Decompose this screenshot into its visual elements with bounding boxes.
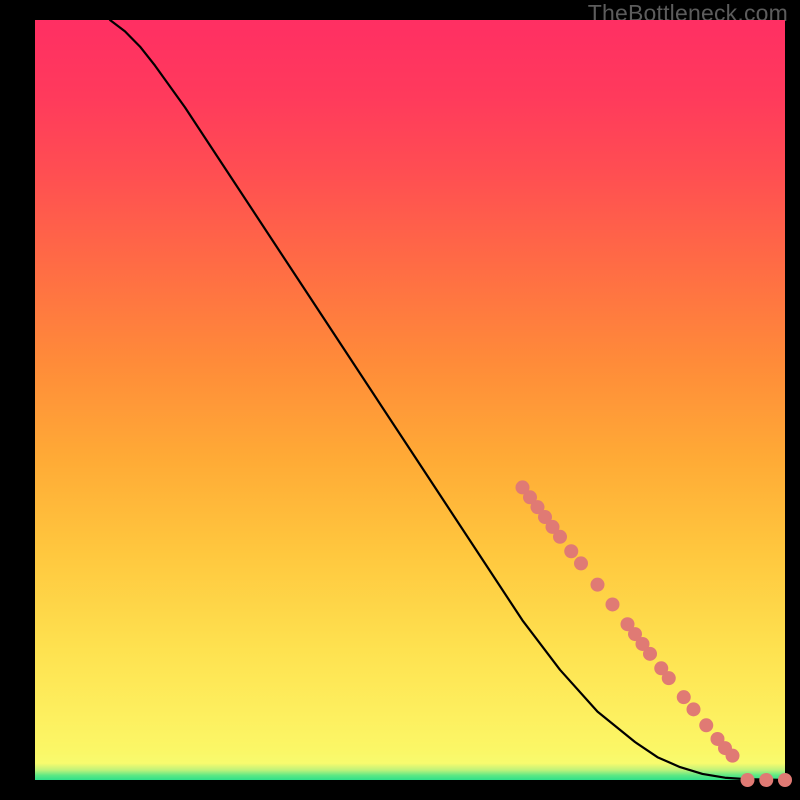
curve-marker-dot xyxy=(553,530,567,544)
curve-marker-dot xyxy=(564,544,578,558)
curve-marker-dot xyxy=(574,556,588,570)
curve-marker-dot xyxy=(778,773,792,787)
bottleneck-curve xyxy=(110,20,785,780)
curve-marker-dot xyxy=(699,718,713,732)
curve-layer xyxy=(110,20,785,780)
marker-layer xyxy=(516,480,793,787)
curve-marker-dot xyxy=(677,690,691,704)
chart-svg xyxy=(35,20,785,780)
curve-marker-dot xyxy=(643,647,657,661)
curve-marker-dot xyxy=(687,702,701,716)
curve-marker-dot xyxy=(662,671,676,685)
curve-marker-dot xyxy=(726,749,740,763)
curve-marker-dot xyxy=(606,597,620,611)
curve-marker-dot xyxy=(591,578,605,592)
curve-marker-dot xyxy=(759,773,773,787)
chart-frame xyxy=(35,20,785,780)
curve-marker-dot xyxy=(741,773,755,787)
